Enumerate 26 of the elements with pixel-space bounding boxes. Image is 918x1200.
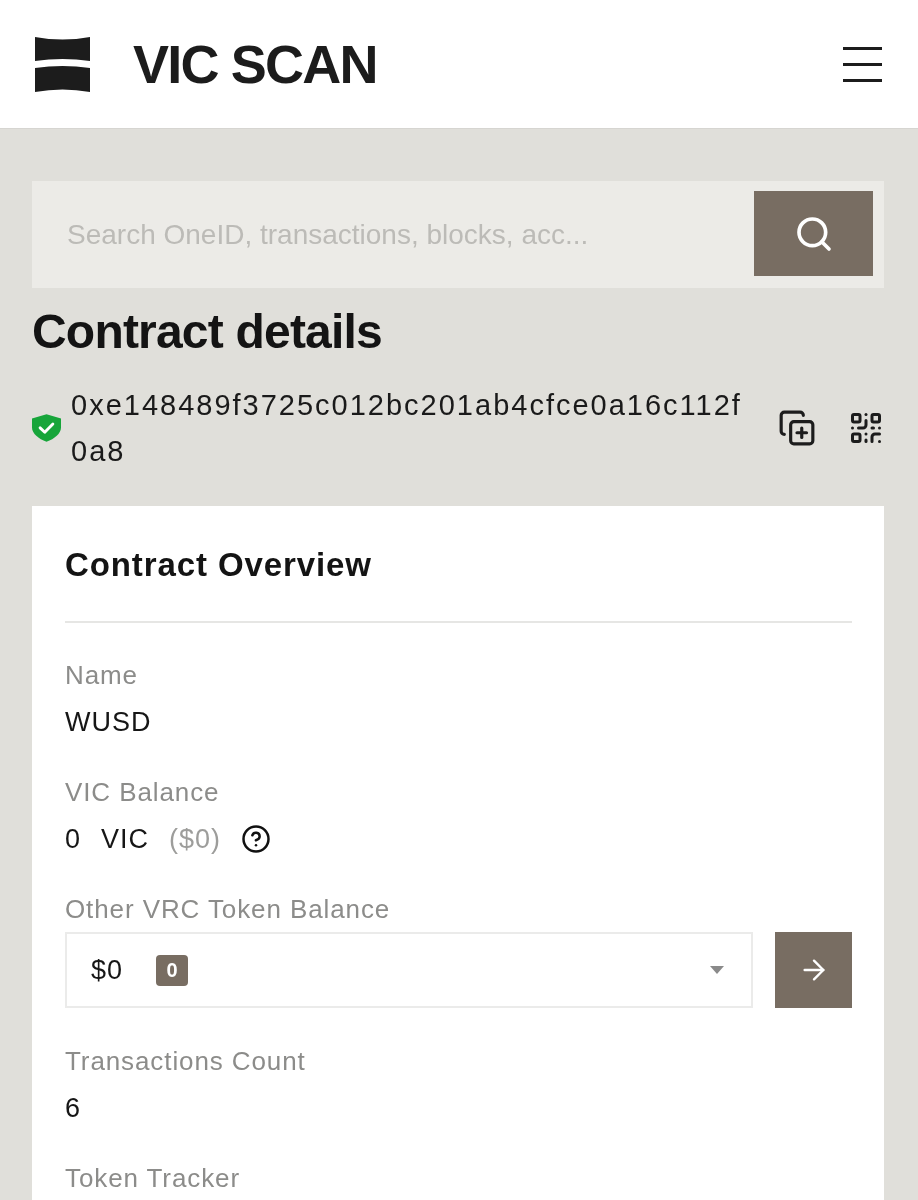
qr-code-icon (848, 410, 884, 446)
page-title: Contract details (32, 304, 383, 360)
field-label: Token Tracker (65, 1162, 241, 1194)
logo-icon (35, 36, 90, 92)
menu-icon (843, 46, 882, 82)
field-label: Name (65, 659, 139, 691)
token-select[interactable]: $0 0 (65, 932, 753, 1008)
balance-unit: VIC (101, 823, 150, 856)
field-value: 6 (65, 1092, 83, 1125)
caret-icon (710, 966, 724, 974)
card-title: Contract Overview (65, 545, 852, 623)
search-button[interactable] (754, 191, 873, 276)
field-label: VIC Balance (65, 776, 221, 808)
balance-usd: ($0) (169, 823, 222, 856)
field-label: Other VRC Token Balance (65, 893, 392, 925)
contract-address: 0xe148489f3725c012bc201ab4cfce0a16c112f0a8 (71, 388, 743, 469)
count-badge: 0 (156, 954, 189, 986)
field-label: Transactions Count (65, 1045, 307, 1077)
qr-code-button[interactable] (848, 410, 884, 446)
balance-amount: 0 (65, 823, 82, 856)
menu-button[interactable] (843, 46, 882, 82)
help-icon (241, 824, 272, 854)
copy-icon (778, 409, 816, 447)
field-value: WUSD (65, 706, 153, 739)
copy-button[interactable] (778, 409, 816, 447)
brand-name: VIC SCAN (133, 37, 377, 91)
